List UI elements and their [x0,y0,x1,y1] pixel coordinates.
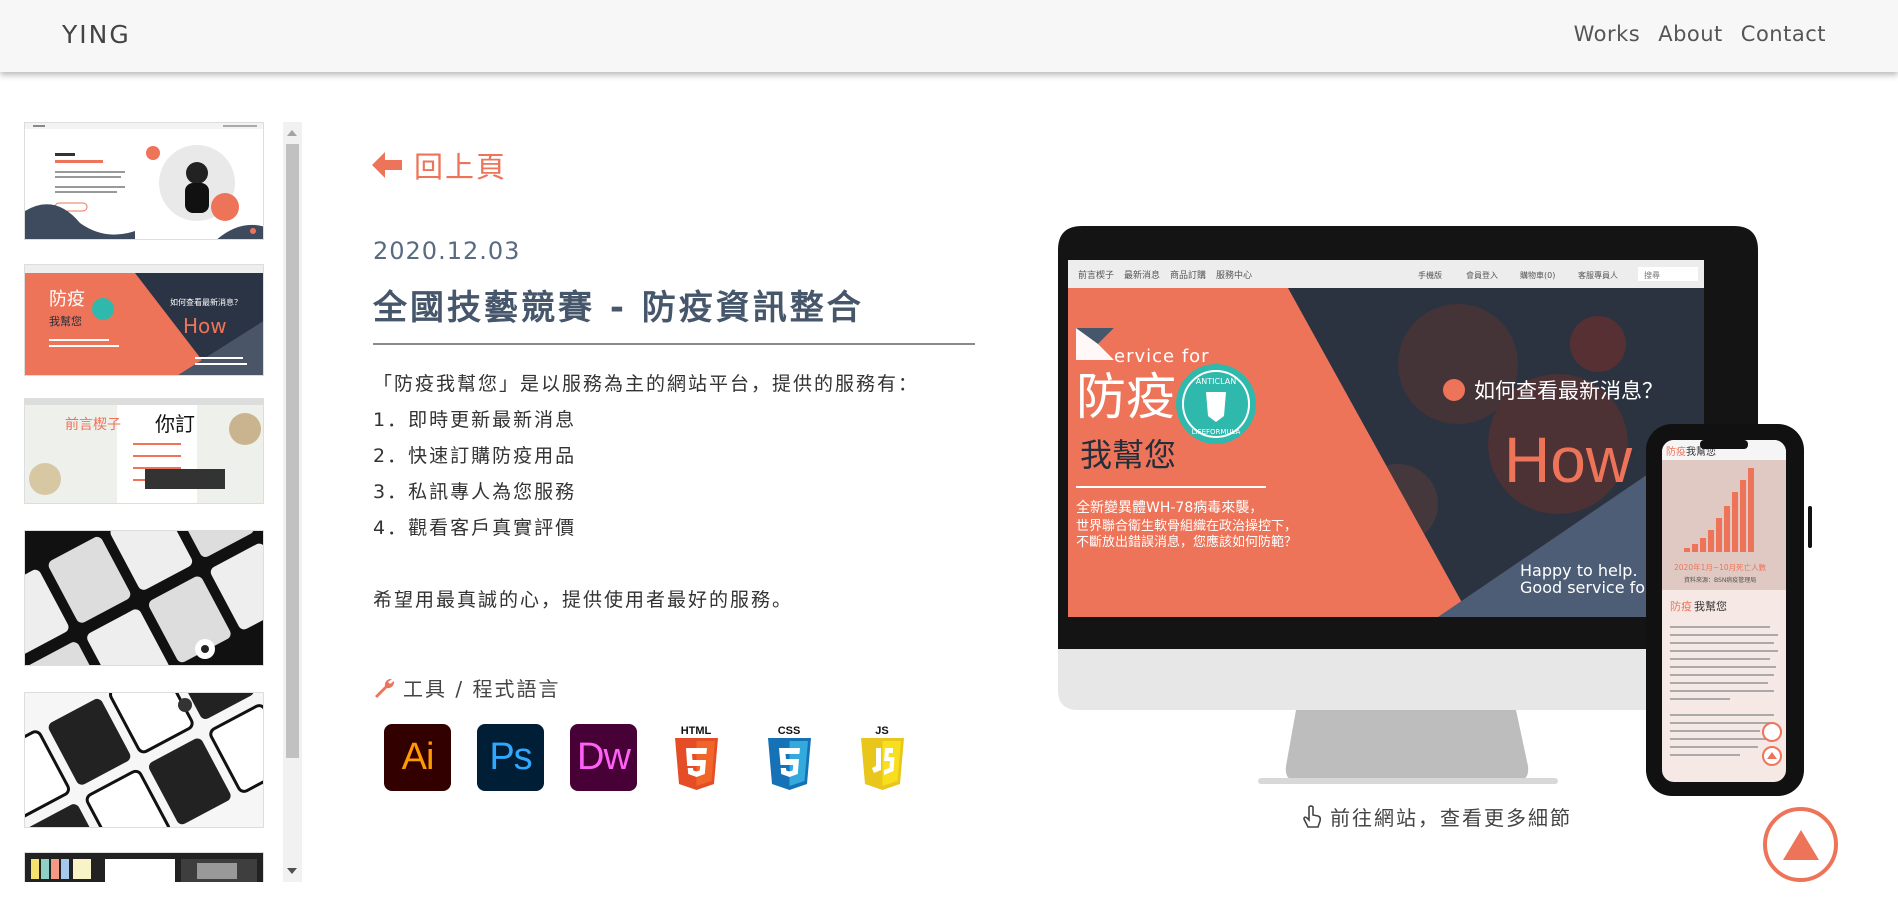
scroll-down-arrow-icon[interactable] [287,868,297,874]
html5-icon: HTML [663,724,730,794]
site-nav-item: 前言楔子 [1078,269,1114,281]
work-thumbnail-epidemic[interactable]: 防疫 我幫您 如何查看最新消息？ How [24,264,264,376]
device-mockup: 前言楔子 最新消息 商品訂購 服務中心 手機版 會員登入 購物車(0) 客服專員… [1038,224,1828,804]
site-nav-right-item: 購物車(0) [1520,270,1555,280]
visit-site-label: 前往網站，查看更多細節 [1330,806,1572,830]
banner-happy-line: Good service fo [1520,578,1645,597]
brand-logo[interactable]: YING [62,20,131,49]
title-divider [373,343,975,345]
work-thumbnail-gallery[interactable] [24,852,264,882]
nav-link-works[interactable]: Works [1574,22,1641,46]
feature-item: 4．觀看客戶真實評價 [373,517,577,539]
feature-item: 2．快速訂購防疫用品 [373,445,577,467]
css3-icon: CSS [756,724,823,794]
work-thumbnail-profile[interactable] [24,122,264,240]
project-title: 全國技藝競賽 - 防疫資訊整合 [373,288,864,328]
profile-preview-image [25,123,263,239]
nav-links: Works About Contact [1574,22,1826,46]
svg-text:How: How [183,314,227,338]
photoshop-icon: Ps [477,724,544,791]
desktop-phone-mockup-image: 前言楔子 最新消息 商品訂購 服務中心 手機版 會員登入 購物車(0) 客服專員… [1058,226,1812,796]
banner-text-line: 不斷放出錯誤消息，您應該如何防範？ [1076,534,1297,550]
project-date: 2020.12.03 [373,237,521,265]
project-description: 「防疫我幫您」是以服務為主的網站平台，提供的服務有： 1．即時更新最新消息 2．… [373,366,919,618]
work-thumbnail-app-dark[interactable] [24,530,264,666]
js-shield: JS [861,725,904,790]
banner-text-line: 世界聯合衛生軟骨組織在政治操控下， [1076,518,1297,534]
tools-heading: 工具 / 程式語言 [373,673,560,702]
css3-label: CSS [778,725,801,737]
svg-text:前言楔子: 前言楔子 [65,416,121,433]
dreamweaver-icon: Dw [570,724,637,791]
photoshop-logo-text: Ps [489,736,532,778]
gallery-preview-image [25,853,263,882]
svg-text:我幫您: 我幫您 [49,314,82,328]
work-thumbnail-app-light[interactable] [24,692,264,828]
site-nav-item: 服務中心 [1216,269,1252,281]
badge-bottom-text: LIFEFORMULA [1192,428,1241,436]
nav-link-about[interactable]: About [1658,22,1723,46]
badge-top-text: ANTICLAN [1196,377,1236,386]
phone-chart-source: 資料來源：BSN病疫管理局 [1684,576,1756,584]
site-nav-item: 商品訂購 [1170,269,1206,281]
banner-text-line: 全新變異體WH-78病毒來襲， [1076,499,1263,516]
scroll-up-arrow-icon[interactable] [287,130,297,136]
back-link[interactable]: 回上頁 [372,144,507,186]
arrow-left-icon [372,152,402,178]
dreamweaver-logo-text: Dw [577,736,631,778]
phone-chart-caption: 2020年1月~10月死亡人數 [1674,562,1767,572]
svg-text:防疫: 防疫 [49,289,85,310]
phone-title-accent: 防疫 [1666,445,1686,458]
html5-shield: HTML [675,725,718,790]
epidemic-preview-image: 防疫 我幫您 如何查看最新消息？ How [25,265,263,375]
site-search-placeholder: 搜尋 [1644,270,1660,280]
thumbnail-scrollbar[interactable] [283,122,302,882]
banner-sub-title: 我幫您 [1080,436,1176,474]
site-nav-right-item: 會員登入 [1466,270,1498,280]
svg-text:如何查看最新消息？: 如何查看最新消息？ [170,297,242,307]
illustrator-logo-text: Ai [401,736,435,778]
css3-shield: CSS [768,725,811,790]
feature-item: 3．私訊專人為您服務 [373,481,577,503]
site-nav-item: 最新消息 [1124,269,1160,281]
feature-item: 1．即時更新最新消息 [373,409,577,431]
works-thumbnail-list: 防疫 我幫您 如何查看最新消息？ How 前言楔子 你訂 [24,122,264,882]
nav-link-contact[interactable]: Contact [1741,22,1826,46]
site-nav-right-item: 手機版 [1418,270,1442,280]
html5-label: HTML [681,725,712,737]
tools-label: 工具 / 程式語言 [403,677,561,701]
back-link-label: 回上頁 [414,150,508,184]
pointer-hand-icon [1303,804,1322,828]
description-closing: 希望用最真誠的心，提供使用者最好的服務。 [373,589,794,611]
arrow-up-icon [1782,829,1819,860]
phone-heading: 我幫您 [1694,599,1727,613]
work-thumbnail-restaurant[interactable]: 前言楔子 你訂 [24,398,264,504]
banner-how: How [1504,424,1633,496]
top-navbar: YING Works About Contact [0,0,1898,72]
wrench-icon [375,678,395,698]
app-light-preview-image [25,693,263,827]
back-to-top-button[interactable] [1763,807,1838,882]
site-nav-right-item: 客服專員人 [1578,270,1618,280]
js-icon: JS [849,724,916,794]
illustrator-icon: Ai [384,724,451,791]
banner-main-title: 防疫 [1076,368,1176,426]
banner-question: 如何查看最新消息？ [1474,379,1663,403]
visit-site-link[interactable]: 前往網站，查看更多細節 [1302,802,1572,831]
app-dark-preview-image [25,531,263,665]
banner-service-text: ervice for [1114,346,1210,367]
js-label: JS [875,725,888,737]
restaurant-preview-image: 前言楔子 你訂 [25,399,263,503]
scrollbar-thumb[interactable] [286,144,299,758]
description-intro: 「防疫我幫您」是以服務為主的網站平台，提供的服務有： [373,373,920,395]
phone-heading-accent: 防疫 [1670,599,1692,613]
tool-logos: Ai Ps Dw HTML CSS JS [384,724,916,794]
svg-text:你訂: 你訂 [155,412,195,436]
